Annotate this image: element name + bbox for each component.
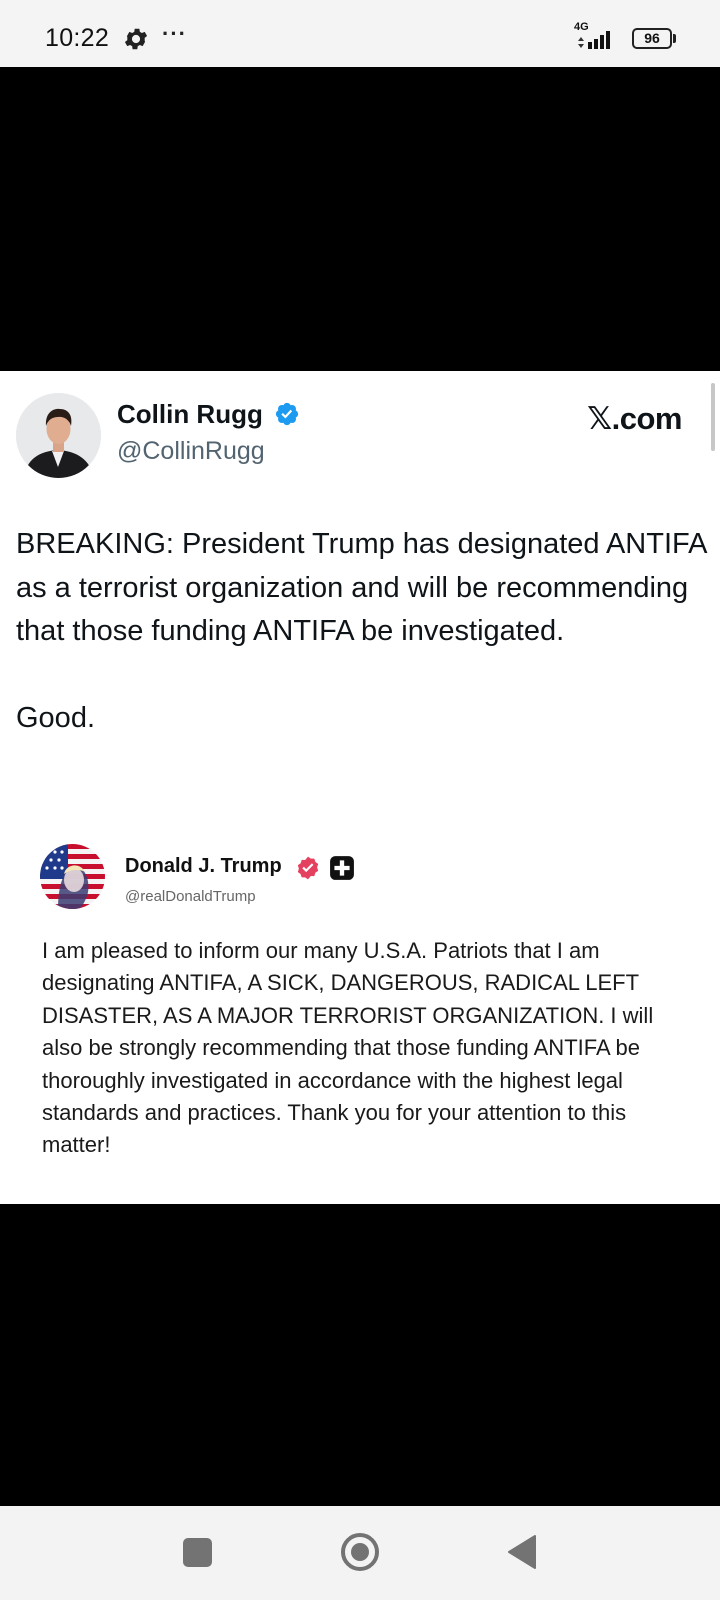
quoted-avatar-photo (40, 844, 105, 909)
truth-social-plus-icon (330, 856, 354, 880)
media-bottom-band (0, 1204, 720, 1506)
media-top-band (0, 67, 720, 371)
author-name[interactable]: Collin Rugg (117, 399, 263, 430)
signal-icon (578, 31, 610, 49)
status-bar: 10:22 ··· 4G 96 (0, 0, 720, 67)
home-icon[interactable] (340, 1532, 380, 1572)
recents-icon[interactable] (183, 1538, 212, 1567)
screen: 10:22 ··· 4G 96 Collin Rugg @CollinRugg … (0, 0, 720, 1600)
post-text-paragraph: BREAKING: President Trump has designated… (16, 528, 706, 647)
post-card[interactable]: Collin Rugg @CollinRugg 𝕏.com BREAKING: … (0, 371, 720, 1204)
post-text-paragraph: Good. (16, 701, 95, 734)
post-text: BREAKING: President Trump has designated… (16, 523, 706, 740)
navigation-bar (0, 1506, 720, 1600)
battery-level: 96 (644, 30, 660, 46)
more-notifications-icon: ··· (162, 21, 187, 46)
quoted-author-name[interactable]: Donald J. Trump (125, 855, 282, 878)
scrollbar[interactable] (711, 383, 715, 451)
battery-icon: 96 (632, 28, 676, 49)
gear-icon (124, 28, 148, 50)
quoted-post-text: I am pleased to inform our many U.S.A. P… (42, 938, 654, 1158)
quoted-author-handle[interactable]: @realDonaldTrump (125, 888, 256, 905)
avatar[interactable] (16, 393, 101, 478)
status-time: 10:22 (45, 24, 110, 52)
avatar-photo (16, 393, 101, 478)
truth-verified-icon (297, 856, 319, 880)
quoted-avatar[interactable] (40, 844, 105, 909)
verified-icon (275, 402, 299, 426)
back-icon[interactable] (505, 1534, 537, 1570)
site-label[interactable]: 𝕏.com (587, 401, 682, 437)
author-handle[interactable]: @CollinRugg (117, 437, 265, 466)
